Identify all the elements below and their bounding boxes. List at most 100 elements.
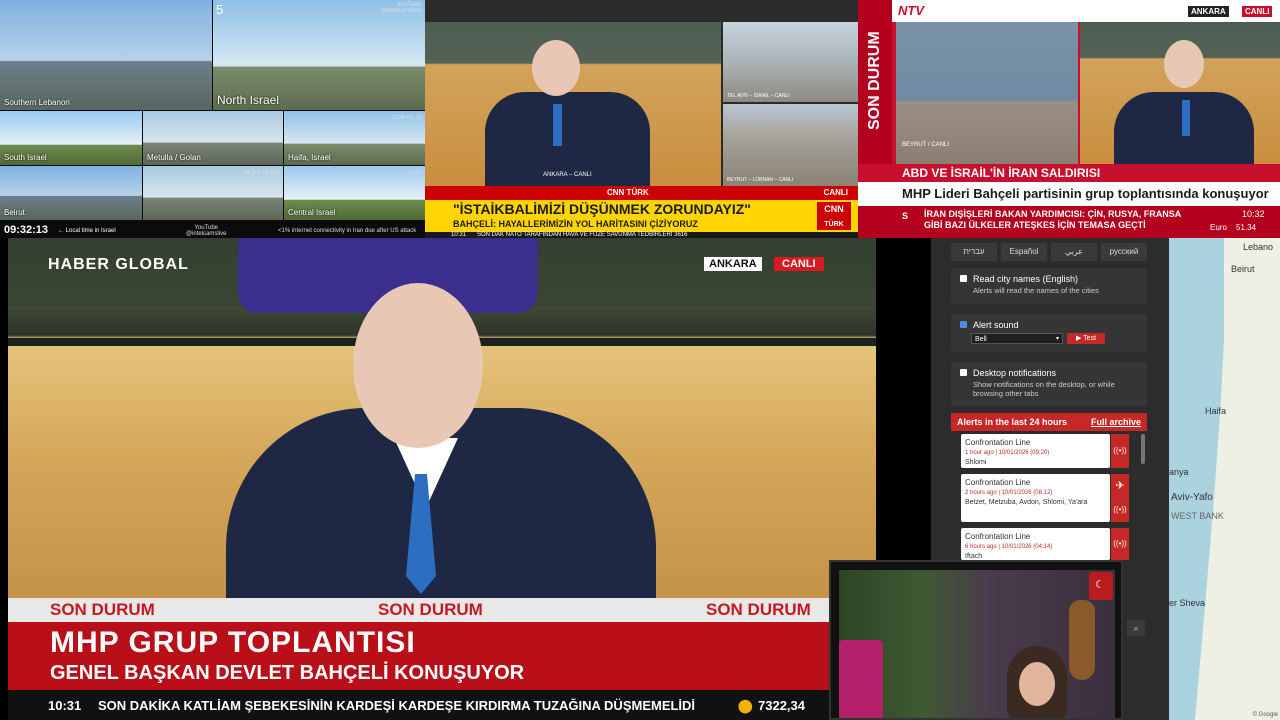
language-russian-button[interactable]: русский xyxy=(1101,243,1147,261)
turkish-flag-badge: ☾ xyxy=(1089,572,1113,600)
desktop-notifications-option[interactable]: Desktop notifications Show notifications… xyxy=(951,362,1147,406)
desktop-notifications-checkbox[interactable] xyxy=(960,369,967,376)
camera-label: South Israel xyxy=(4,153,47,162)
ntv-stream: SON DURUM NTV ANKARA CANLI BEYRUT / CANL… xyxy=(858,0,1280,238)
ticker-time: 10:31 xyxy=(48,698,82,713)
location-label: ANKARA – CANLI xyxy=(543,172,592,178)
option-desc: Alerts will read the names of the cities xyxy=(973,286,1099,295)
option-title: Desktop notifications xyxy=(973,368,1057,378)
camera-timestamp: 2026-01-10 xyxy=(391,115,422,121)
alerts-title: Alerts in the last 24 hours xyxy=(957,417,1068,427)
alert-map[interactable]: Lebano Beirut Haifa anya Aviv-Yafo WEST … xyxy=(1169,238,1280,720)
camera-label: Central Israel xyxy=(288,208,336,217)
alert-item[interactable]: Confrontation Line 1 hour ago | 10/01/20… xyxy=(961,434,1110,468)
read-city-checkbox[interactable] xyxy=(960,275,967,282)
map-label: Lebano xyxy=(1243,242,1274,252)
alert-item[interactable]: Confrontation Line 6 hours ago | 10/01/2… xyxy=(961,528,1110,560)
youtube-credit: YouTube @intelcamslive xyxy=(380,2,421,14)
headline: MHP GRUP TOPLANTISI xyxy=(50,626,416,659)
camera-label: Metulla / Golan xyxy=(147,153,201,162)
map-label: Haifa xyxy=(1205,406,1227,416)
market-icon: ⬤ xyxy=(738,698,753,713)
headline: "İSTAİKBALİMİZİ DÜŞÜNMEK ZORUNDAYIZ" xyxy=(453,201,751,217)
test-sound-button[interactable]: ▶ Test xyxy=(1067,333,1105,344)
camera-label: North Israel xyxy=(217,93,280,107)
city-tag: ANKARA xyxy=(704,257,762,271)
subheadline: MHP Lideri Bahçeli partisinin grup topla… xyxy=(902,186,1269,201)
headline: ABD VE İSRAİL'İN İRAN SALDIRISI xyxy=(902,166,1101,180)
map-attribution: © Google xyxy=(1252,712,1278,718)
camera-central-israel: Central Israel 10:07 xyxy=(284,166,425,220)
option-desc: Show notifications on the desktop, or wh… xyxy=(973,380,1115,398)
language-hebrew-button[interactable]: עברית xyxy=(951,243,997,261)
alert-cities: Iftach xyxy=(965,553,983,560)
map-label: Aviv-Yafo xyxy=(1171,492,1213,503)
webcam-room: ☾ xyxy=(839,570,1115,718)
market-value: 7322,34 xyxy=(758,698,805,713)
siren-icon: ((•)) xyxy=(1111,434,1129,468)
option-title: Read city names (English) xyxy=(973,274,1079,284)
local-time-caption: ← Local time in Israel xyxy=(58,228,116,234)
read-city-names-option[interactable]: Read city names (English) Alerts will re… xyxy=(951,268,1147,304)
cctv-livestream-panel: Southern Lebanon North Israel 5 YouTube … xyxy=(0,0,425,238)
camera-north-israel: North Israel 5 YouTube @intelcamslive xyxy=(213,0,425,110)
tel-aviv-feed: TEL AVİV – İSRAİL – CANLI xyxy=(723,22,858,102)
alert-name: Confrontation Line xyxy=(965,438,1031,447)
beirut-feed: BEYRUT / CANLI xyxy=(896,22,1078,164)
studio-feed: ANKARA – CANLI xyxy=(425,22,721,186)
ticker-text: SON DAKİKA KATLİAM ŞEBEKESİNİN KARDEŞİ K… xyxy=(98,698,696,713)
alerts-scrollbar[interactable] xyxy=(1141,434,1145,464)
cnn-turk-stream: ANKARA – CANLI TEL AVİV – İSRAİL – CANLI… xyxy=(425,0,858,238)
camera-southern-lebanon: Southern Lebanon xyxy=(0,0,212,110)
camera-label: Southern Lebanon xyxy=(4,98,70,107)
network-name: CNN TÜRK xyxy=(607,188,649,197)
camera-number: 5 xyxy=(216,2,224,17)
camera-beirut: Beirut xyxy=(0,166,142,220)
euro-value: 51.34 xyxy=(1236,223,1257,232)
speaker-head xyxy=(532,40,580,96)
local-time-clock: 09:32:13 xyxy=(4,224,49,236)
live-tag: CANLI xyxy=(774,257,824,271)
speaker-tie xyxy=(553,104,562,146)
language-spanish-button[interactable]: Español xyxy=(1001,243,1047,261)
option-title: Alert sound xyxy=(973,320,1019,330)
alert-item[interactable]: Confrontation Line 2 hours ago | 10/01/2… xyxy=(961,474,1110,522)
siren-icon: ((•)) xyxy=(1111,498,1129,522)
subheadline: GENEL BAŞKAN DEVLET BAHÇELİ KONUŞUYOR xyxy=(50,662,525,684)
guitar xyxy=(1069,600,1095,680)
network-strip: CNN TÜRK CANLI xyxy=(425,186,858,200)
speaker-head xyxy=(353,283,483,448)
live-tag: CANLI xyxy=(1242,6,1273,17)
studio-feed xyxy=(1080,22,1280,164)
side-bar: SON DURUM xyxy=(858,0,892,165)
speaker-head xyxy=(1164,40,1204,88)
chevron-down-icon: ▾ xyxy=(1055,336,1059,342)
alerts-header: Alerts in the last 24 hours Full archive xyxy=(951,413,1147,431)
search-icon[interactable]: ⌕ xyxy=(1127,620,1145,636)
ticker-time: 10:32 xyxy=(1242,209,1265,219)
sound-select-value: Bell xyxy=(975,336,987,343)
son-durum-label: SON DURUM xyxy=(706,600,811,619)
son-durum-vertical: SON DURUM xyxy=(866,31,883,130)
alert-time: 2 hours ago | 10/01/2026 (08:12) xyxy=(965,490,1053,496)
studio-background xyxy=(8,238,876,598)
city-tag: ANKARA xyxy=(1188,6,1229,17)
full-archive-link[interactable]: Full archive xyxy=(1091,413,1141,431)
alert-time: 1 hour ago | 10/01/2026 (09:20) xyxy=(965,450,1050,456)
map-label: Beirut xyxy=(1231,264,1255,274)
map-label: er Sheva xyxy=(1169,598,1206,608)
alert-sound-option[interactable]: Alert sound Bell ▾ ▶ Test xyxy=(951,314,1147,352)
camera-label: Haifa, Israel xyxy=(288,153,331,162)
haber-global-stream: HABER GLOBAL ANKARA CANLI SON DURUM SON … xyxy=(8,238,876,720)
alert-cities: Shlomi xyxy=(965,459,987,466)
alert-sound-checkbox[interactable] xyxy=(960,321,967,328)
language-arabic-button[interactable]: عربي xyxy=(1051,243,1097,261)
live-badge: CANLI xyxy=(823,188,848,197)
crescent-star-icon: ☾ xyxy=(1095,579,1105,591)
headline-strip: ABD VE İSRAİL'İN İRAN SALDIRISI xyxy=(858,164,1158,182)
camera-label: Beirut xyxy=(4,208,25,217)
subheadline-strip: MHP Lideri Bahçeli partisinin grup topla… xyxy=(858,182,1280,206)
son-durum-strip: SON DURUM SON DURUM SON DURUM xyxy=(8,598,876,622)
sound-select[interactable]: Bell ▾ xyxy=(971,333,1063,344)
aircraft-icon: ✈ xyxy=(1111,474,1129,498)
